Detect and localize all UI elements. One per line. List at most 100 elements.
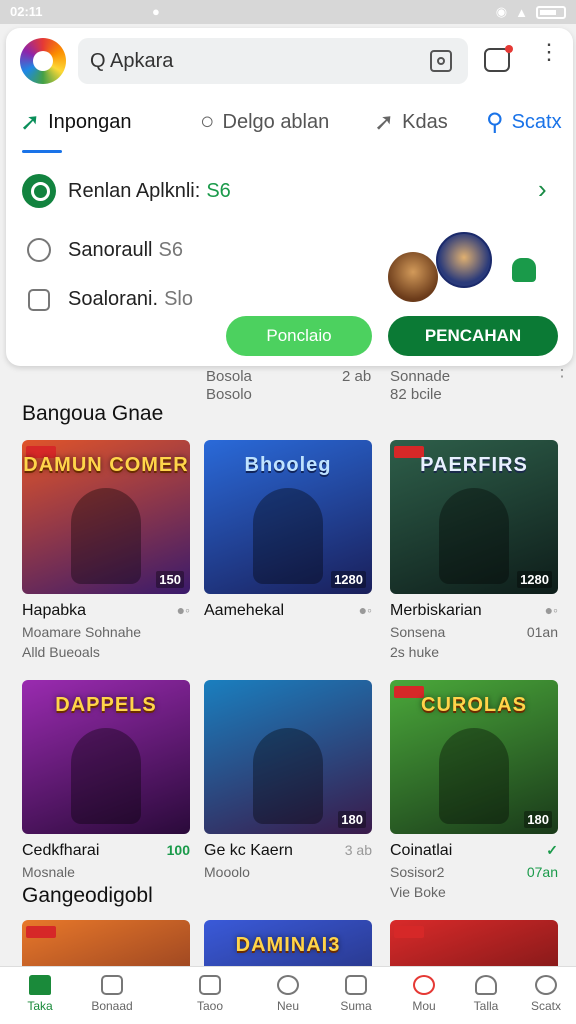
- label-tag: [26, 926, 56, 938]
- nav-mou[interactable]: Mou: [394, 975, 454, 1013]
- toggle-icon[interactable]: ●◦: [177, 602, 190, 618]
- app-logo: [20, 38, 66, 84]
- nav-neu[interactable]: Neu: [258, 975, 318, 1013]
- option-sanoraull[interactable]: Sanoraull S6: [22, 238, 183, 262]
- game-count: 100: [166, 842, 190, 858]
- nav-suma[interactable]: Suma: [326, 975, 386, 1013]
- radio-button[interactable]: [27, 238, 51, 262]
- game-card[interactable]: 180 Ge kc Kaern 3 ab Mooolo: [204, 680, 372, 880]
- thumb-badge: 150: [156, 571, 184, 588]
- game-logo-text: DAPPELS: [55, 694, 157, 716]
- tab-kdas[interactable]: ➚ Kdas: [374, 108, 448, 137]
- avatar[interactable]: [436, 232, 492, 288]
- chevron-right-icon[interactable]: ›: [538, 174, 547, 205]
- peek-text: 82 bcile: [390, 386, 442, 403]
- nav-taka[interactable]: Taka: [10, 975, 70, 1013]
- game-thumbnail[interactable]: Bhooleg 1280: [204, 440, 372, 594]
- option-label: Renlan Aplknli:: [68, 179, 201, 202]
- option-badge: S6: [206, 179, 231, 202]
- option-renlan[interactable]: Renlan Aplknli: S6: [22, 174, 231, 208]
- bell-icon: ●: [152, 4, 160, 19]
- search-icon: [535, 975, 557, 995]
- nav-bonaad[interactable]: Bonaad: [82, 975, 142, 1013]
- wifi-icon: ◉: [495, 4, 508, 19]
- cart-icon[interactable]: [484, 45, 513, 72]
- game-name-text: Ge kc Kaern: [204, 842, 293, 859]
- game-sub: Sosisor2 07an: [390, 864, 558, 880]
- nav-label: Neu: [276, 999, 299, 1013]
- more-menu-icon[interactable]: ⋮: [538, 41, 560, 63]
- toggle-icon[interactable]: ●◦: [545, 602, 558, 618]
- toggle-icon[interactable]: ●◦: [359, 602, 372, 618]
- avatar[interactable]: [388, 252, 438, 302]
- tab-label: Scatx: [511, 111, 562, 133]
- game-card[interactable]: DAPPELS Cedkfharai 100 Mosnale: [22, 680, 190, 880]
- game-sub: Moamare Sohnahe: [22, 624, 142, 640]
- game-name: Aamehekal ●◦: [204, 602, 372, 620]
- status-icons: ◉ ▲: [496, 4, 566, 20]
- label-tag: [394, 926, 424, 938]
- game-sub: Alld Bueoals: [22, 644, 100, 660]
- nav-talla[interactable]: Talla: [456, 975, 516, 1013]
- character-art: [71, 488, 141, 584]
- pencahan-button[interactable]: PENCAHAN: [388, 316, 558, 356]
- signal-icon: ▲: [515, 4, 528, 20]
- game-sub: Vie Boke: [390, 884, 446, 900]
- peek-item[interactable]: Bosola Bosolo: [206, 368, 252, 404]
- character-art: [439, 728, 509, 824]
- chat-bubble-icon: ○: [200, 108, 215, 135]
- bottom-navigation: Taka Bonaad Taoo Neu Suma Mou Talla Scat…: [0, 966, 576, 1024]
- game-thumbnail[interactable]: DAPPELS: [22, 680, 190, 834]
- tab-delgo-ablan[interactable]: ○ Delgo ablan: [200, 108, 329, 136]
- tab-label: Kdas: [402, 111, 448, 133]
- nav-label: Mou: [412, 999, 436, 1013]
- game-name: Coinatlai ✓: [390, 842, 558, 860]
- peek-item[interactable]: Sonnade 82 bcile: [390, 368, 450, 404]
- game-thumbnail[interactable]: CUROLAS 180: [390, 680, 558, 834]
- tab-label: Delgo ablan: [222, 110, 330, 133]
- camera-search-icon[interactable]: [430, 50, 452, 72]
- game-name: Hapabka ●◦: [22, 602, 190, 620]
- nav-label: Scatx: [530, 999, 561, 1013]
- tab-inpongan[interactable]: ➚ Inpongan: [20, 108, 132, 137]
- game-logo-text: CUROLAS: [421, 694, 527, 716]
- game-sub: Sonsena 01an: [390, 624, 558, 640]
- game-card[interactable]: PAERFIRS 1280 Merbiskarian ●◦ Sonsena 01an…: [390, 440, 558, 660]
- option-soalorani[interactable]: Soalorani. Slo: [22, 288, 193, 311]
- main-content: Bosola Bosolo 2 ab Sonnade 82 bcile ⋮ Ba…: [0, 361, 576, 1024]
- game-thumbnail[interactable]: DAMUN COMER 150: [22, 440, 190, 594]
- game-sub-right: 01an: [526, 624, 558, 640]
- search-icon: ⚲: [486, 109, 504, 136]
- battery-icon: [536, 5, 566, 19]
- game-thumbnail[interactable]: 180: [204, 680, 372, 834]
- more-icon[interactable]: ⋮: [553, 361, 571, 379]
- game-name-text: Coinatlai: [390, 842, 453, 859]
- game-sub: Mooolo: [204, 864, 250, 880]
- option-badge: S6: [158, 238, 183, 261]
- share-arrow-icon: ➚: [20, 109, 41, 136]
- peek-count: 2 ab: [342, 368, 372, 385]
- game-name-text: Merbiskarian: [390, 602, 482, 619]
- game-thumbnail[interactable]: PAERFIRS 1280: [390, 440, 558, 594]
- active-tab-indicator: [22, 150, 62, 153]
- checkbox[interactable]: [28, 288, 50, 311]
- tab-bar: ➚ Inpongan ○ Delgo ablan ➚ Kdas ⚲ Scatx: [20, 108, 565, 154]
- search-input[interactable]: [90, 50, 410, 72]
- status-time: 02:11: [10, 4, 43, 19]
- game-card[interactable]: DAMUN COMER 150 Hapabka ●◦ Moamare Sohnah…: [22, 440, 190, 660]
- game-card[interactable]: CUROLAS 180 Coinatlai ✓ Sosisor2 07an Vie …: [390, 680, 558, 900]
- game-sub-right: 07an: [526, 864, 558, 880]
- ponclaio-button[interactable]: Ponclaio: [226, 316, 372, 356]
- nav-label: Talla: [473, 999, 499, 1013]
- game-sub: Mosnale: [22, 864, 75, 880]
- game-card[interactable]: Bhooleg 1280 Aamehekal ●◦: [204, 440, 372, 620]
- search-bar[interactable]: [78, 38, 468, 84]
- tab-label: Inpongan: [48, 111, 132, 133]
- game-name-text: Aamehekal: [204, 602, 285, 619]
- tab-scatx[interactable]: ⚲ Scatx: [486, 108, 562, 137]
- game-name: Cedkfharai 100: [22, 842, 190, 860]
- nav-taoo[interactable]: Taoo: [180, 975, 240, 1013]
- nav-scatx[interactable]: Scatx: [516, 975, 576, 1013]
- download-icon[interactable]: ✓: [546, 842, 558, 859]
- person-icon[interactable]: [512, 258, 536, 282]
